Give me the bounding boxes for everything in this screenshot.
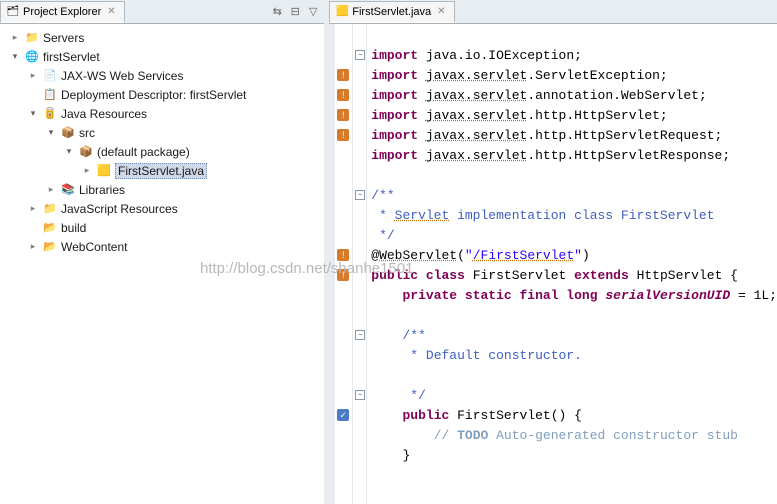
- code-line[interactable]: [371, 26, 777, 46]
- close-icon[interactable]: ✕: [435, 6, 447, 17]
- expand-arrow-icon[interactable]: [9, 32, 21, 43]
- code-line[interactable]: import javax.servlet.http.HttpServletReq…: [371, 126, 777, 146]
- close-icon[interactable]: ✕: [105, 6, 117, 17]
- tree-label: Deployment Descriptor: firstServlet: [61, 88, 246, 102]
- tree-label: JAX-WS Web Services: [61, 69, 183, 83]
- node-icon: 📋: [42, 87, 58, 103]
- warning-marker-icon[interactable]: !: [337, 249, 349, 261]
- code-line[interactable]: private static final long serialVersionU…: [371, 286, 777, 306]
- node-icon: 📂: [42, 239, 58, 255]
- fold-toggle-icon[interactable]: −: [355, 190, 365, 200]
- expand-arrow-icon[interactable]: [45, 184, 57, 195]
- code-line[interactable]: /**: [371, 326, 777, 346]
- node-icon: 📦: [60, 125, 76, 141]
- tree-label: JavaScript Resources: [61, 202, 178, 216]
- folding-column[interactable]: − − − −: [353, 24, 367, 504]
- editor-tab-label: FirstServlet.java: [352, 6, 431, 18]
- tree-row[interactable]: 📁Servers: [2, 28, 322, 47]
- tree-label: Java Resources: [61, 107, 147, 121]
- editor-tab-bar: 🟨 FirstServlet.java ✕: [329, 0, 777, 24]
- tree-row[interactable]: 📂WebContent: [2, 237, 322, 256]
- code-line[interactable]: @WebServlet("/FirstServlet"): [371, 246, 777, 266]
- tree-label: Servers: [43, 31, 84, 45]
- code-line[interactable]: public class FirstServlet extends HttpSe…: [371, 266, 777, 286]
- code-line[interactable]: * Default constructor.: [371, 346, 777, 366]
- tree-row[interactable]: 📂build: [2, 218, 322, 237]
- tree-row[interactable]: 🥫Java Resources: [2, 104, 322, 123]
- tree-label: src: [79, 126, 95, 140]
- tree-row[interactable]: 📚Libraries: [2, 180, 322, 199]
- expand-arrow-icon[interactable]: [63, 146, 75, 157]
- warning-marker-icon[interactable]: !: [337, 129, 349, 141]
- expand-arrow-icon[interactable]: [27, 241, 39, 252]
- expand-arrow-icon[interactable]: [27, 203, 39, 214]
- expand-arrow-icon[interactable]: [9, 51, 21, 62]
- project-explorer-tab[interactable]: 🗂 Project Explorer ✕: [0, 1, 125, 23]
- expand-arrow-icon[interactable]: [27, 108, 39, 119]
- explorer-tab-label: Project Explorer: [23, 6, 101, 18]
- code-line[interactable]: [371, 306, 777, 326]
- expand-arrow-icon[interactable]: [45, 127, 57, 138]
- warning-marker-icon[interactable]: !: [337, 69, 349, 81]
- tree-row[interactable]: 🟨FirstServlet.java: [2, 161, 322, 180]
- node-icon: 🟨: [96, 163, 112, 179]
- code-line[interactable]: import javax.servlet.annotation.WebServl…: [371, 86, 777, 106]
- tree-label: WebContent: [61, 240, 128, 254]
- code-line[interactable]: import java.io.IOException;: [371, 46, 777, 66]
- code-line[interactable]: */: [371, 386, 777, 406]
- project-tree[interactable]: 📁Servers🌐firstServlet📄JAX-WS Web Service…: [0, 24, 324, 504]
- node-icon: 📂: [42, 220, 58, 236]
- collapse-all-icon[interactable]: ⊟: [288, 5, 302, 19]
- fold-toggle-icon[interactable]: −: [355, 390, 365, 400]
- explorer-icon: 🗂: [7, 6, 19, 18]
- node-icon: 📁: [24, 30, 40, 46]
- node-icon: 📦: [78, 144, 94, 160]
- fold-toggle-icon[interactable]: −: [355, 50, 365, 60]
- node-icon: 📁: [42, 201, 58, 217]
- warning-marker-icon[interactable]: !: [337, 89, 349, 101]
- tree-row[interactable]: 📁JavaScript Resources: [2, 199, 322, 218]
- node-icon: 📚: [60, 182, 76, 198]
- warning-marker-icon[interactable]: !: [337, 269, 349, 281]
- tree-label: firstServlet: [43, 50, 100, 64]
- marker-column[interactable]: !!!!!! ✓: [335, 24, 353, 504]
- code-line[interactable]: /**: [371, 186, 777, 206]
- node-icon: 📄: [42, 68, 58, 84]
- tree-label: build: [61, 221, 86, 235]
- fold-toggle-icon[interactable]: −: [355, 330, 365, 340]
- node-icon: 🌐: [24, 49, 40, 65]
- code-line[interactable]: [371, 166, 777, 186]
- tree-label: FirstServlet.java: [115, 163, 207, 179]
- code-line[interactable]: // TODO Auto-generated constructor stub: [371, 426, 777, 446]
- code-line[interactable]: [371, 466, 777, 486]
- code-line[interactable]: public FirstServlet() {: [371, 406, 777, 426]
- expand-arrow-icon[interactable]: [27, 70, 39, 81]
- view-menu-icon[interactable]: ▽: [306, 5, 320, 19]
- link-editor-icon[interactable]: ⇆: [270, 5, 284, 19]
- tree-label: (default package): [97, 145, 190, 159]
- code-line[interactable]: import javax.servlet.ServletException;: [371, 66, 777, 86]
- tree-row[interactable]: 📦src: [2, 123, 322, 142]
- tree-row[interactable]: 📄JAX-WS Web Services: [2, 66, 322, 85]
- code-line[interactable]: * Servlet implementation class FirstServ…: [371, 206, 777, 226]
- task-marker-icon[interactable]: ✓: [337, 409, 349, 421]
- tree-label: Libraries: [79, 183, 125, 197]
- tree-row[interactable]: 📦(default package): [2, 142, 322, 161]
- code-line[interactable]: import javax.servlet.http.HttpServlet;: [371, 106, 777, 126]
- code-line[interactable]: }: [371, 446, 777, 466]
- code-area[interactable]: import java.io.IOException;import javax.…: [367, 24, 777, 504]
- node-icon: 🥫: [42, 106, 58, 122]
- warning-marker-icon[interactable]: !: [337, 109, 349, 121]
- explorer-tab-bar: 🗂 Project Explorer ✕ ⇆ ⊟ ▽: [0, 0, 324, 24]
- code-line[interactable]: */: [371, 226, 777, 246]
- editor-tab[interactable]: 🟨 FirstServlet.java ✕: [329, 1, 454, 23]
- code-line[interactable]: import javax.servlet.http.HttpServletRes…: [371, 146, 777, 166]
- tree-row[interactable]: 📋Deployment Descriptor: firstServlet: [2, 85, 322, 104]
- tree-row[interactable]: 🌐firstServlet: [2, 47, 322, 66]
- expand-arrow-icon[interactable]: [81, 165, 93, 176]
- java-file-icon: 🟨: [336, 6, 348, 18]
- code-editor[interactable]: !!!!!! ✓ − − − − import java.io.IOException;…: [329, 24, 777, 504]
